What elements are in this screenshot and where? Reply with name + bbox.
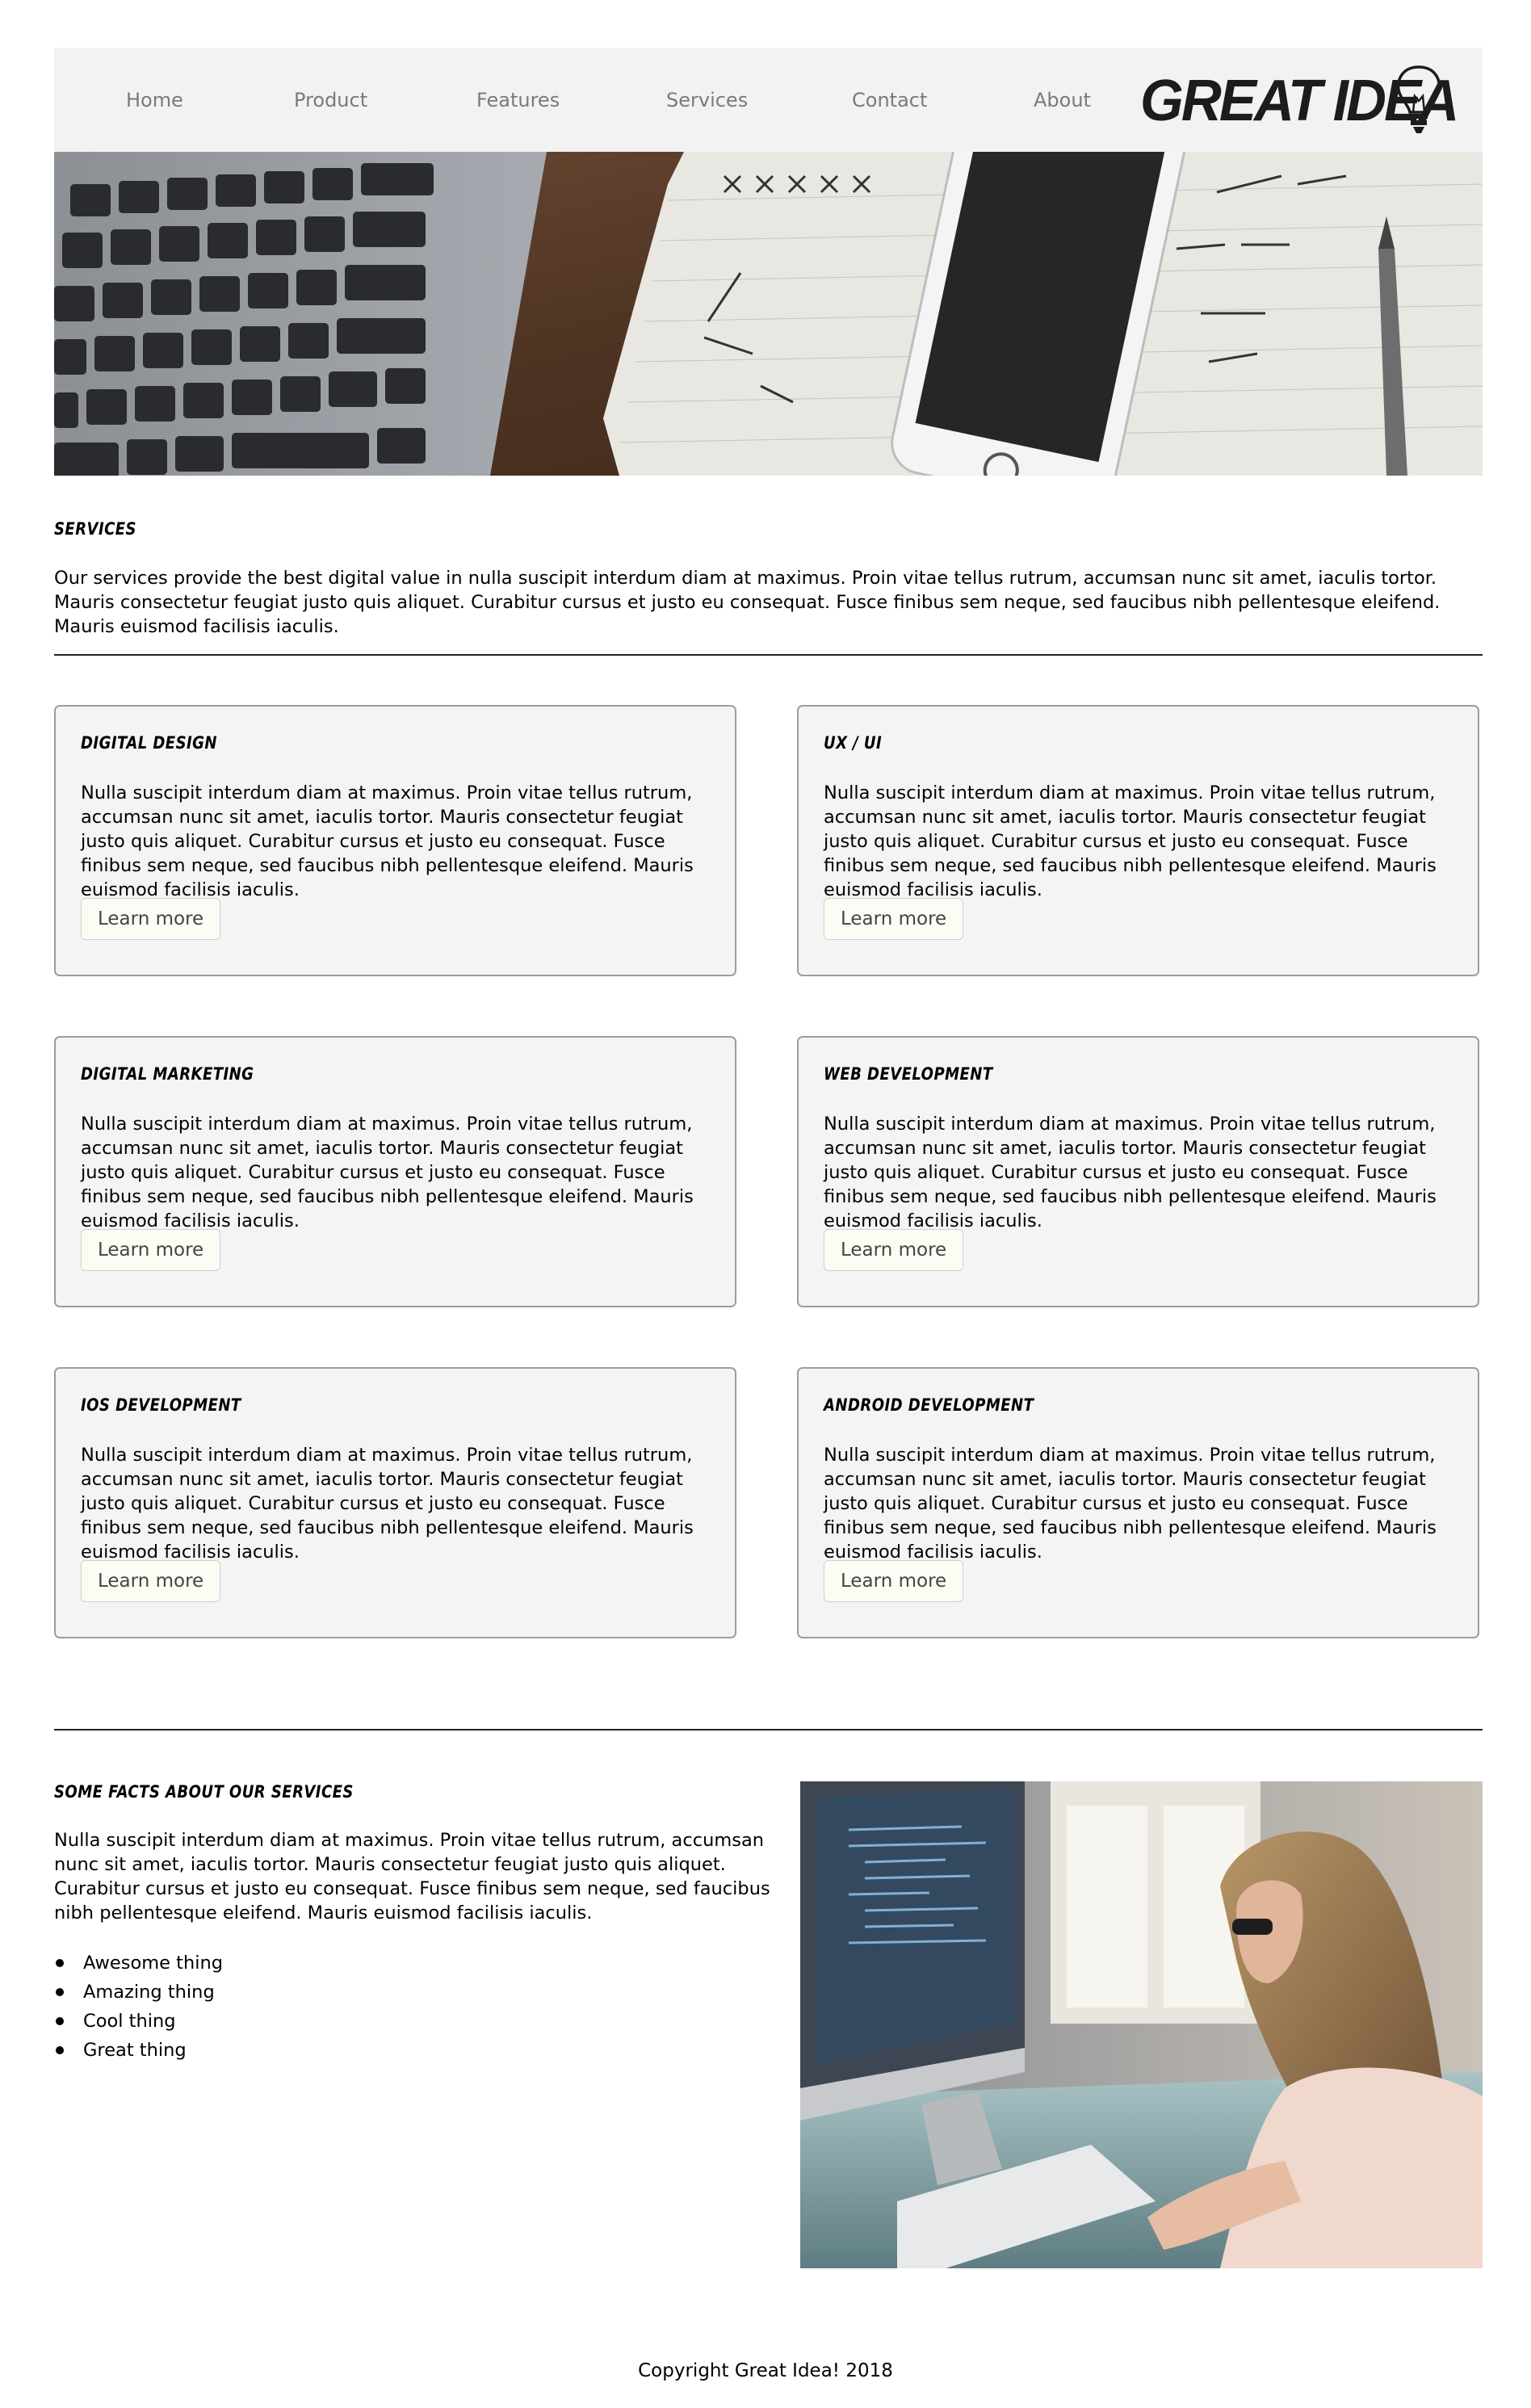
facts-list: Awesome thing Amazing thing Cool thing G… [54, 1949, 223, 2065]
card-text: Nulla suscipit interdum diam at maximus.… [81, 1114, 694, 1231]
list-item: Awesome thing [55, 1949, 223, 1978]
card-text: Nulla suscipit interdum diam at maximus.… [824, 1114, 1437, 1231]
facts-image [800, 1781, 1483, 2268]
footer-copyright: Copyright Great Idea! 2018 [638, 2360, 893, 2381]
top-nav: Home Product Features Services Contact A… [54, 48, 1483, 152]
card-title: UX / UI [824, 733, 883, 753]
facts-heading: SOME FACTS ABOUT OUR SERVICES [54, 1782, 354, 1802]
learn-more-button[interactable]: Learn more [81, 1229, 221, 1271]
services-intro: SERVICES [54, 518, 1483, 540]
services-heading: SERVICES [54, 519, 136, 539]
services-intro-text: Our services provide the best digital va… [54, 568, 1441, 637]
learn-more-button[interactable]: Learn more [81, 1560, 221, 1602]
nav-link-home[interactable]: Home [126, 88, 183, 112]
card-title: DIGITAL MARKETING [81, 1064, 254, 1084]
learn-more-button[interactable]: Learn more [824, 898, 964, 940]
divider [54, 654, 1483, 656]
service-card-digital-design: DIGITAL DESIGN Nulla suscipit interdum d… [54, 705, 736, 976]
service-card-digital-marketing: DIGITAL MARKETING Nulla suscipit interdu… [54, 1036, 736, 1307]
card-text: Nulla suscipit interdum diam at maximus.… [81, 782, 694, 900]
card-title: WEB DEVELOPMENT [824, 1064, 993, 1084]
card-title: IOS DEVELOPMENT [81, 1395, 241, 1415]
services-intro-text-wrap: Our services provide the best digital va… [54, 566, 1483, 639]
list-item: Great thing [55, 2036, 223, 2065]
lightbulb-icon [1396, 65, 1441, 133]
service-card-ux-ui: UX / UI Nulla suscipit interdum diam at … [797, 705, 1479, 976]
card-title: ANDROID DEVELOPMENT [824, 1395, 1034, 1415]
nav-link-about[interactable]: About [1034, 88, 1091, 112]
nav-link-services[interactable]: Services [666, 88, 748, 112]
service-card-ios-development: IOS DEVELOPMENT Nulla suscipit interdum … [54, 1367, 736, 1638]
facts-section: SOME FACTS ABOUT OUR SERVICES [54, 1781, 789, 1803]
facts-text: Nulla suscipit interdum diam at maximus.… [54, 1830, 770, 1923]
list-item: Cool thing [55, 2007, 223, 2036]
nav-link-contact[interactable]: Contact [852, 88, 927, 112]
service-card-android-development: ANDROID DEVELOPMENT Nulla suscipit inter… [797, 1367, 1479, 1638]
learn-more-button[interactable]: Learn more [81, 898, 221, 940]
learn-more-button[interactable]: Learn more [824, 1560, 964, 1602]
nav-link-product[interactable]: Product [294, 88, 367, 112]
learn-more-button[interactable]: Learn more [824, 1229, 964, 1271]
card-text: Nulla suscipit interdum diam at maximus.… [824, 782, 1437, 900]
card-title: DIGITAL DESIGN [81, 733, 217, 753]
card-text: Nulla suscipit interdum diam at maximus.… [824, 1445, 1437, 1563]
service-card-web-development: WEB DEVELOPMENT Nulla suscipit interdum … [797, 1036, 1479, 1307]
divider [54, 1729, 1483, 1730]
brand-logo[interactable]: GREAT IDEA [1140, 62, 1459, 140]
card-text: Nulla suscipit interdum diam at maximus.… [81, 1445, 694, 1563]
list-item: Amazing thing [55, 1978, 223, 2007]
hero-image [54, 152, 1483, 476]
facts-text-wrap: Nulla suscipit interdum diam at maximus.… [54, 1828, 789, 1925]
nav-link-features[interactable]: Features [476, 88, 560, 112]
